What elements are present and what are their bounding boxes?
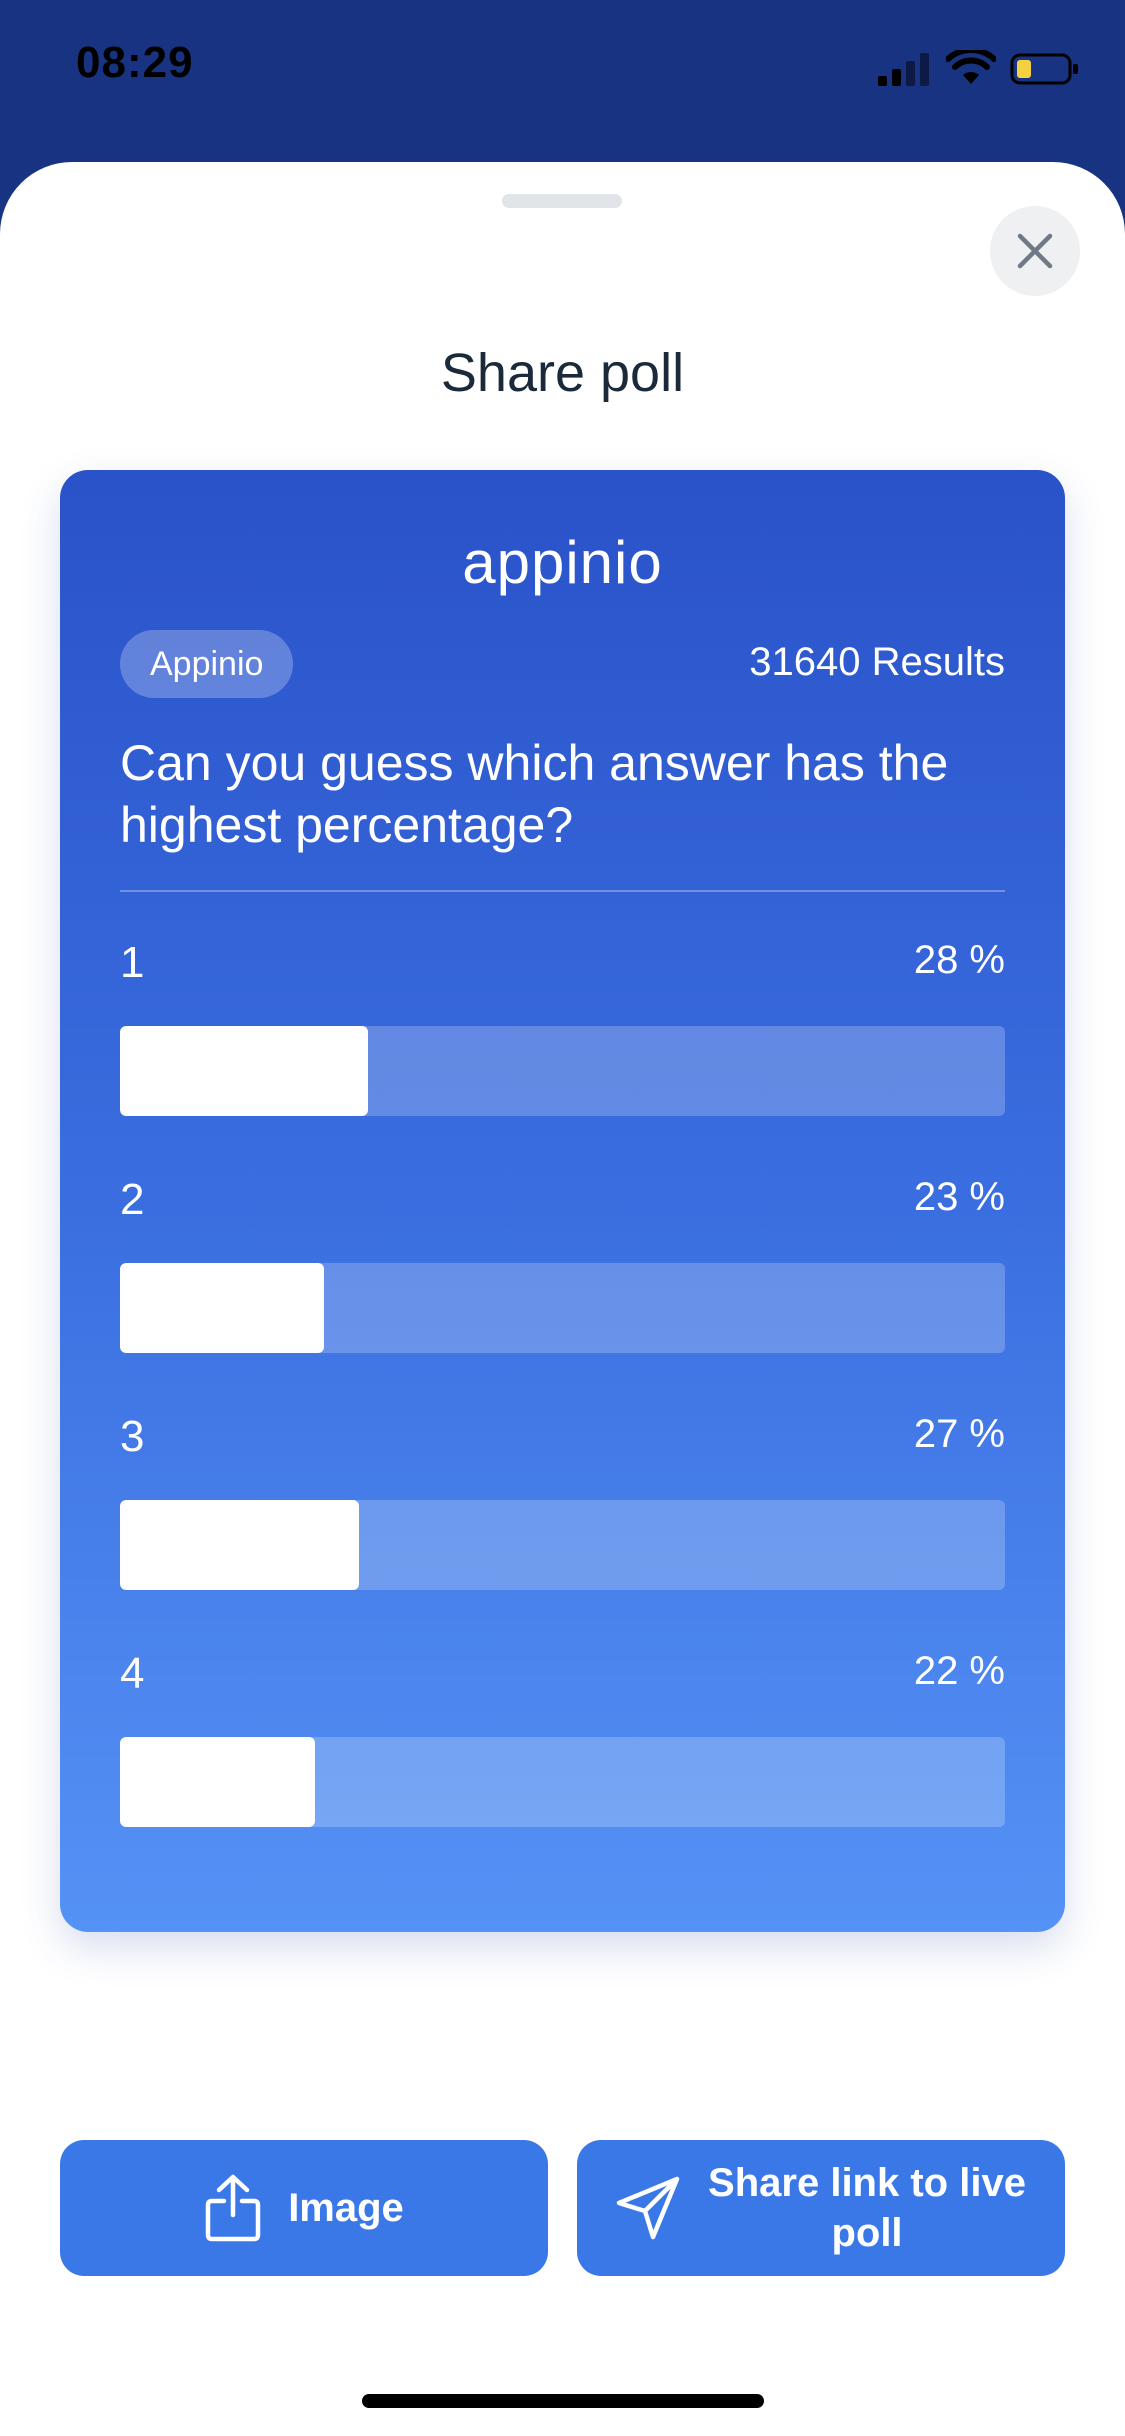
- option-percent: 27 %: [913, 1412, 1005, 1456]
- option-percent: 28 %: [913, 938, 1005, 982]
- status-bar: 08:29: [0, 0, 1125, 150]
- close-button[interactable]: [990, 206, 1080, 296]
- close-icon: [1017, 233, 1053, 269]
- share-live-link-button[interactable]: Share link to live poll: [577, 2140, 1065, 2276]
- option-bar-fill: [120, 1263, 324, 1353]
- option-bar-fill: [120, 1500, 359, 1590]
- share-poll-sheet: Share poll appinio Appinio 31640 Results…: [0, 162, 1125, 2436]
- share-live-link-label: Share link to live poll: [708, 2161, 1026, 2255]
- share-upload-icon: [204, 2173, 262, 2243]
- signal-icon: [878, 53, 929, 86]
- option-bar-track: [120, 1263, 1005, 1353]
- option-label: 2: [120, 1175, 145, 1224]
- wifi-icon: [946, 50, 996, 84]
- results-count: 31640 Results: [749, 640, 1005, 684]
- option-bar-fill: [120, 1026, 368, 1116]
- publisher-tag: Appinio: [120, 630, 294, 698]
- status-time: 08:29: [76, 38, 194, 87]
- option-percent: 23 %: [913, 1175, 1005, 1219]
- poll-card: appinio Appinio 31640 Results Can you gu…: [60, 470, 1065, 1932]
- share-image-button[interactable]: Image: [60, 2140, 548, 2276]
- sheet-grabber[interactable]: [502, 194, 622, 208]
- option-label: 4: [120, 1649, 145, 1698]
- option-label: 1: [120, 938, 145, 987]
- sheet-title: Share poll: [440, 343, 685, 403]
- paper-plane-icon: [615, 2175, 681, 2241]
- option-bar-track: [120, 1026, 1005, 1116]
- poll-question: Can you guess which answer has the highe…: [120, 735, 949, 853]
- option-label: 3: [120, 1412, 145, 1461]
- share-image-label: Image: [288, 2186, 404, 2230]
- option-percent: 22 %: [913, 1649, 1005, 1693]
- home-indicator[interactable]: [362, 2394, 764, 2408]
- battery-icon: [1010, 53, 1078, 85]
- appinio-logo: appinio: [462, 529, 663, 596]
- divider: [120, 890, 1005, 892]
- option-bar-track: [120, 1500, 1005, 1590]
- option-bar-track: [120, 1737, 1005, 1827]
- poll-option: 3 27 %: [120, 1412, 1005, 1592]
- poll-option: 4 22 %: [120, 1649, 1005, 1829]
- option-bar-fill: [120, 1737, 315, 1827]
- poll-option: 2 23 %: [120, 1175, 1005, 1355]
- poll-option: 1 28 %: [120, 938, 1005, 1118]
